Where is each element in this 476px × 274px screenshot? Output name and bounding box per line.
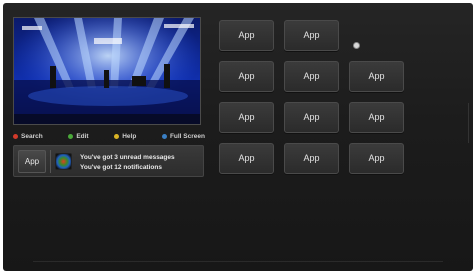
legend-help: Help <box>114 133 136 140</box>
legend-full-screen-label: Full Screen <box>169 132 205 140</box>
scroll-indicator <box>468 103 469 143</box>
legend-search-label: Search <box>21 132 43 140</box>
app-tile[interactable]: App <box>349 102 404 133</box>
legend-help-label: Help <box>122 132 137 140</box>
divider <box>50 150 51 173</box>
app-tile[interactable]: App <box>284 143 339 174</box>
notification-app-icon <box>55 153 72 170</box>
app-tile[interactable]: App <box>284 20 339 51</box>
unread-messages-text: You've got 3 unread messages <box>80 154 175 161</box>
app-tile[interactable]: App <box>219 61 274 92</box>
app-tile[interactable]: App <box>284 61 339 92</box>
legend-search: Search <box>13 133 43 140</box>
app-tile[interactable]: App <box>349 61 404 92</box>
stage-concert-image <box>14 18 200 124</box>
notification-text: You've got 3 unread messages You've got … <box>80 153 175 173</box>
app-tile[interactable]: App <box>219 143 274 174</box>
divider <box>33 261 443 262</box>
live-tv-preview[interactable] <box>13 17 201 125</box>
legend-full-screen: Full Screen <box>161 132 205 140</box>
pin-icon <box>353 42 360 49</box>
legend-edit-label: Edit <box>76 132 89 140</box>
color-button-legend: Search Edit Help Full Screen <box>13 130 205 142</box>
red-button-icon <box>13 133 18 139</box>
app-tile[interactable]: App <box>219 102 274 133</box>
app-tile[interactable]: App <box>219 20 274 51</box>
blue-button-icon <box>161 133 167 139</box>
green-button-icon <box>68 133 74 139</box>
notifications-app-tile[interactable]: App <box>18 150 46 173</box>
legend-edit: Edit <box>68 132 89 140</box>
smart-tv-home-screen: Search Edit Help Full Screen App You've … <box>3 3 473 271</box>
notifications-panel[interactable]: App You've got 3 unread messages You've … <box>13 145 204 177</box>
yellow-button-icon <box>114 133 120 139</box>
app-tile[interactable]: App <box>284 102 339 133</box>
notifications-count-text: You've got 12 notifications <box>80 164 162 171</box>
app-tile[interactable]: App <box>349 143 404 174</box>
